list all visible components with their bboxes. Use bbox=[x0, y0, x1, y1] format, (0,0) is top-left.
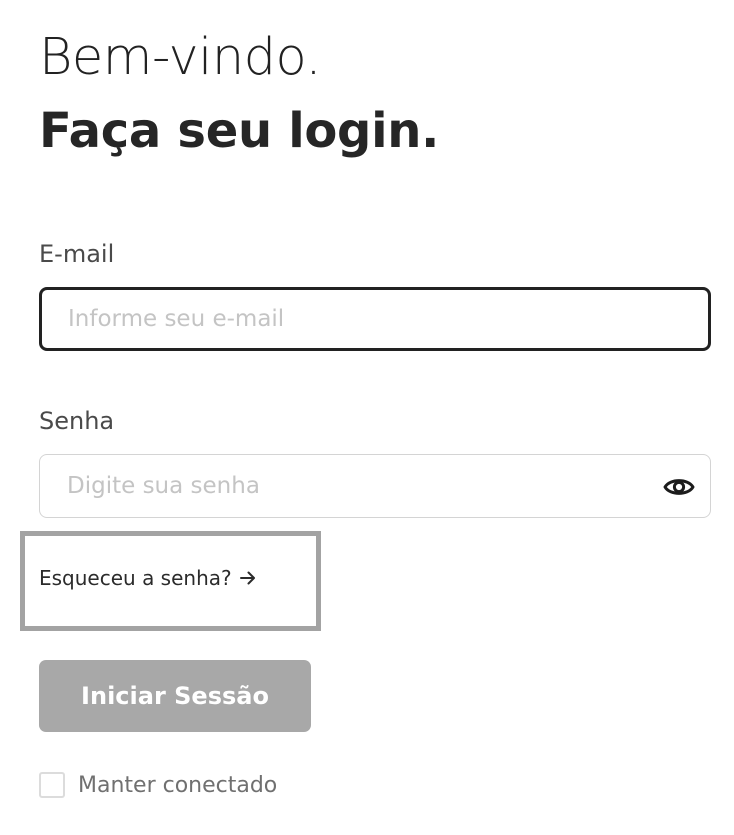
page-title: Faça seu login. bbox=[39, 103, 440, 159]
password-field[interactable] bbox=[40, 455, 710, 517]
password-field-container bbox=[39, 454, 711, 518]
login-button[interactable]: Iniciar Sessão bbox=[39, 660, 311, 732]
arrow-right-icon bbox=[239, 571, 256, 585]
remember-me-label: Manter conectado bbox=[78, 772, 278, 798]
email-label: E-mail bbox=[39, 240, 115, 268]
forgot-password-label: Esqueceu a senha? bbox=[39, 566, 232, 590]
password-label: Senha bbox=[39, 407, 115, 435]
login-page: Bem-vindo. Faça seu login. E-mail Senha … bbox=[0, 0, 734, 835]
greeting-text: Bem-vindo. bbox=[39, 28, 322, 87]
remember-me-checkbox[interactable] bbox=[39, 772, 65, 798]
email-field-container bbox=[39, 287, 711, 351]
email-field[interactable] bbox=[42, 290, 708, 348]
remember-me-option[interactable]: Manter conectado bbox=[39, 772, 277, 798]
forgot-password-link[interactable]: Esqueceu a senha? bbox=[39, 566, 256, 590]
eye-icon[interactable] bbox=[662, 470, 696, 504]
